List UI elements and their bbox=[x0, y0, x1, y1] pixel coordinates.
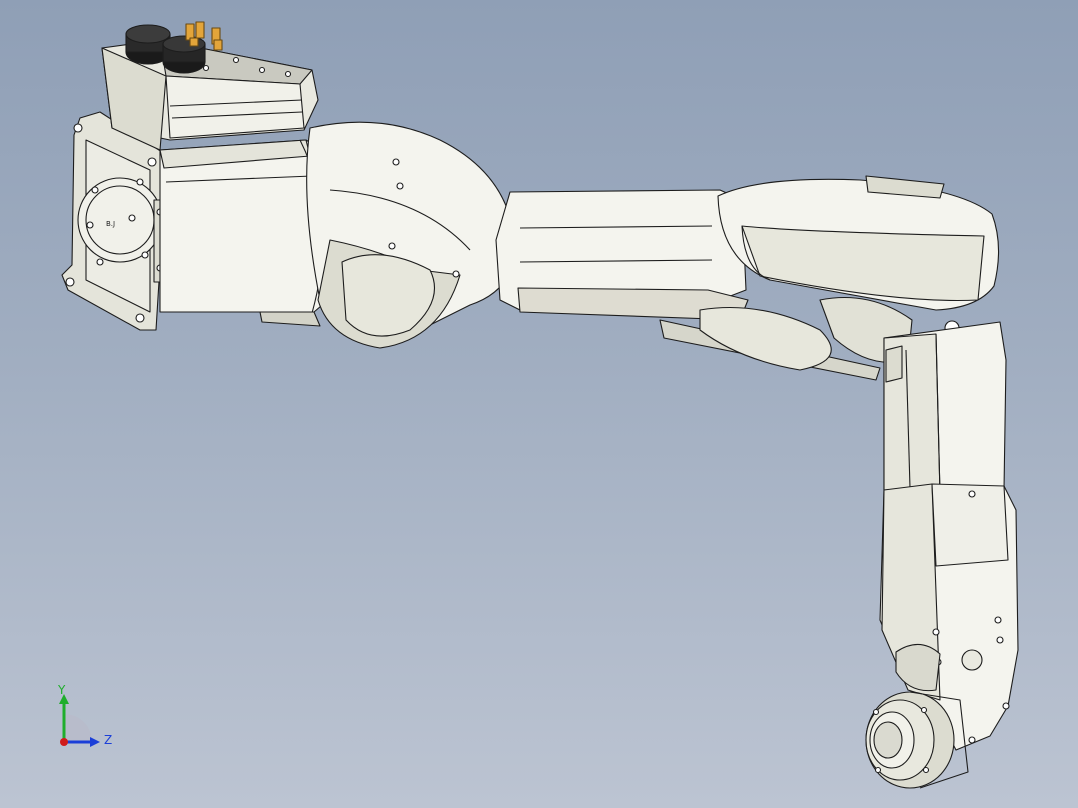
x-axis-dot-icon bbox=[60, 738, 68, 746]
forearm-link[interactable] bbox=[883, 321, 1007, 495]
z-axis-label: Z bbox=[104, 733, 112, 747]
base-housing[interactable] bbox=[159, 139, 329, 327]
orientation-triad[interactable]: Y Z bbox=[48, 684, 118, 750]
robot-arm-model[interactable]: B.J bbox=[0, 0, 1078, 808]
cad-viewport[interactable]: B.J Y Z bbox=[0, 0, 1078, 808]
base-label: B.J bbox=[106, 220, 115, 228]
triad-quadrant bbox=[64, 714, 92, 742]
z-axis-arrow-icon bbox=[90, 737, 100, 747]
y-axis-label: Y bbox=[57, 684, 66, 697]
shoulder-joint[interactable] bbox=[306, 121, 516, 349]
round-connector-2[interactable] bbox=[162, 35, 206, 74]
